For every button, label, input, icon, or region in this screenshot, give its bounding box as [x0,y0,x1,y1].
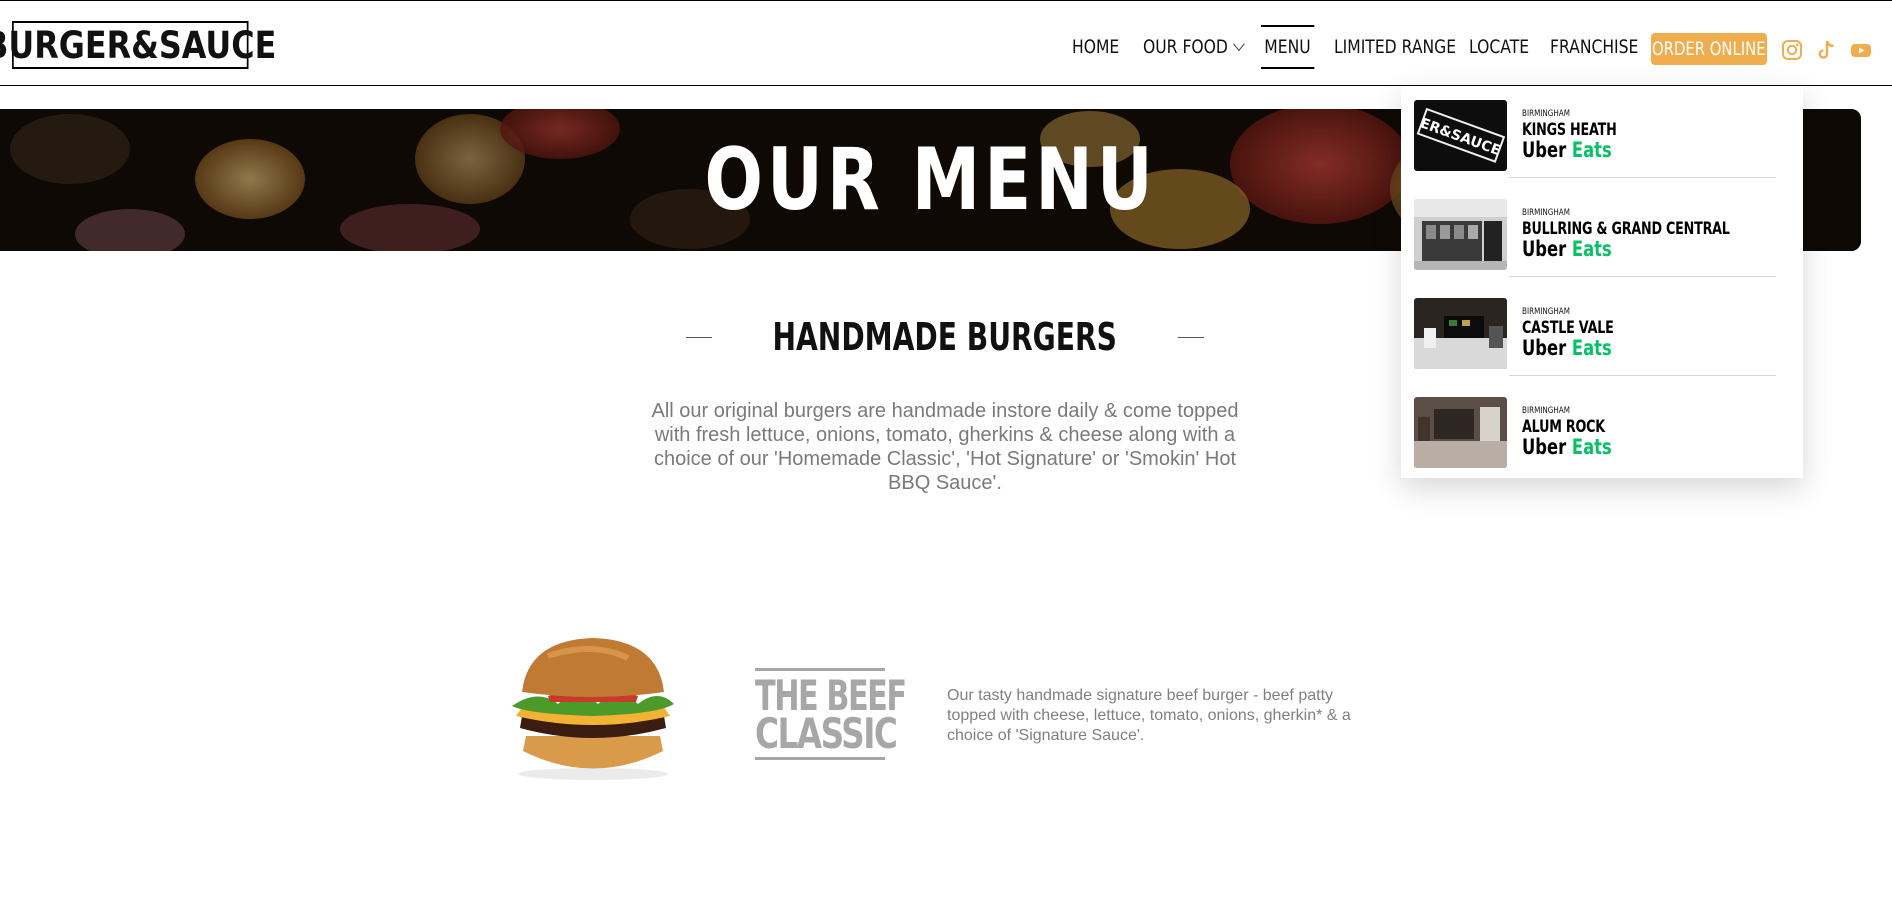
main-nav: HOME OUR FOOD MENU LIMITED RANGE LOCATE … [0,25,1892,69]
location-castle-vale[interactable]: BIRMINGHAM CASTLE VALE Uber Eats [1414,284,1790,383]
location-city: BIRMINGHAM [1522,406,1570,416]
location-thumbnail [1414,298,1507,369]
section-description: All our original burgers are handmade in… [651,400,1239,494]
nav-locate[interactable]: LOCATE [1469,25,1529,69]
uber-eats-logo: Uber Eats [1522,138,1612,162]
nav-menu[interactable]: MENU [1261,25,1314,69]
nav-franchise[interactable]: FRANCHISE [1550,25,1638,69]
nav-limited-range[interactable]: LIMITED RANGE [1334,25,1456,69]
location-bullring-grand-central[interactable]: BIRMINGHAM BULLRING & GRAND CENTRAL Uber… [1414,185,1790,284]
uber-eats-logo: Uber Eats [1522,435,1612,459]
chevron-down-icon [1232,36,1245,52]
nav-franchise-label: FRANCHISE [1550,36,1639,58]
location-divider [1509,276,1776,277]
nav-limited-range-label: LIMITED RANGE [1334,36,1457,58]
instagram-icon[interactable] [1781,39,1803,61]
youtube-icon[interactable] [1850,39,1872,61]
location-thumbnail: ER&SAUCE [1414,100,1507,171]
nav-menu-label: MENU [1264,36,1311,58]
uber-eats-logo: Uber Eats [1522,237,1612,261]
section-title: HANDMADE BURGERS [772,315,1118,359]
order-online-dropdown: ER&SAUCE BIRMINGHAM KINGS HEATH Uber Eat… [1401,86,1803,478]
location-thumbnail [1414,199,1507,270]
burger-image [508,636,678,782]
nav-our-food-label: OUR FOOD [1143,36,1228,58]
tiktok-icon[interactable] [1815,39,1837,61]
location-alum-rock[interactable]: BIRMINGHAM ALUM ROCK Uber Eats [1414,383,1790,482]
heading-divider-right [1177,336,1204,338]
location-city: BIRMINGHAM [1522,208,1570,218]
product-name-logo: THE BEEF CLASSIC [755,668,907,760]
location-city: BIRMINGHAM [1522,109,1570,119]
product-name-bar-bottom [755,757,885,760]
location-divider [1509,375,1776,376]
section-heading: HANDMADE BURGERS [686,310,1204,364]
nav-home-label: HOME [1072,36,1120,58]
nav-home[interactable]: HOME [1072,25,1119,69]
location-kings-heath[interactable]: ER&SAUCE BIRMINGHAM KINGS HEATH Uber Eat… [1414,86,1790,185]
location-city: BIRMINGHAM [1522,307,1570,317]
location-divider [1509,177,1776,178]
product-name-line2: CLASSIC [755,709,898,758]
location-name: CASTLE VALE [1522,318,1614,338]
order-online-label: ORDER ONLINE [1652,38,1766,60]
location-name: BULLRING & GRAND CENTRAL [1522,219,1730,239]
heading-divider-left [686,336,713,338]
product-description: Our tasty handmade signature beef burger… [947,687,1351,744]
location-thumbnail [1414,397,1507,468]
site-header: BURGER&SAUCE HOME OUR FOOD MENU LIMITED … [0,0,1892,86]
location-name: ALUM ROCK [1522,417,1605,437]
location-name: KINGS HEATH [1522,120,1617,140]
nav-locate-label: LOCATE [1469,36,1530,58]
uber-eats-logo: Uber Eats [1522,336,1612,360]
nav-our-food[interactable]: OUR FOOD [1143,25,1245,69]
order-online-button[interactable]: ORDER ONLINE [1651,33,1767,65]
